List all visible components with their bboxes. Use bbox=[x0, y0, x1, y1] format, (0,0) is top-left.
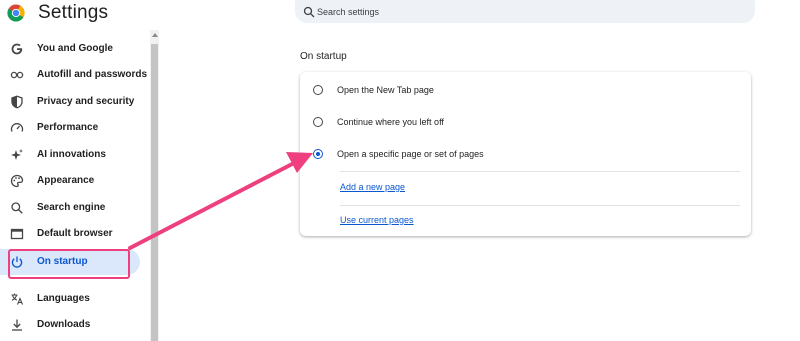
annotation-highlight-box bbox=[8, 249, 130, 279]
option-label: Open the New Tab page bbox=[337, 85, 434, 95]
add-new-page-link[interactable]: Add a new page bbox=[340, 182, 405, 192]
sidebar-item-downloads[interactable]: Downloads bbox=[0, 312, 148, 338]
header: Settings bbox=[0, 0, 800, 30]
sidebar-item-label: Default browser bbox=[37, 228, 113, 239]
search-icon bbox=[11, 202, 23, 214]
sidebar-item-label: Appearance bbox=[37, 175, 95, 186]
startup-option-specific-pages[interactable]: Open a specific page or set of pages bbox=[300, 138, 751, 168]
radio-button[interactable] bbox=[313, 85, 323, 95]
startup-options-card: Open the New Tab page Continue where you… bbox=[300, 72, 751, 236]
sidebar: You and Google Autofill and passwords Pr… bbox=[0, 34, 150, 341]
sparkle-icon bbox=[11, 149, 23, 160]
section-title: On startup bbox=[300, 51, 347, 62]
sidebar-item-label: AI innovations bbox=[37, 149, 106, 160]
download-icon bbox=[12, 319, 22, 331]
sidebar-item-label: Languages bbox=[37, 293, 90, 304]
search-input[interactable] bbox=[317, 3, 737, 20]
option-label: Continue where you left off bbox=[337, 117, 444, 127]
sidebar-item-label: Privacy and security bbox=[37, 96, 135, 107]
sidebar-item-you-and-google[interactable]: You and Google bbox=[0, 36, 148, 62]
sidebar-scrollbar[interactable] bbox=[150, 30, 159, 341]
search-icon bbox=[303, 6, 315, 18]
option-label: Open a specific page or set of pages bbox=[337, 149, 484, 159]
sidebar-item-label: Autofill and passwords bbox=[37, 69, 148, 80]
speedometer-icon bbox=[10, 123, 24, 132]
browser-window-icon bbox=[10, 228, 24, 240]
google-g-icon bbox=[11, 43, 23, 55]
scrollbar-thumb[interactable] bbox=[151, 44, 158, 341]
divider bbox=[340, 205, 740, 206]
sidebar-item-default-browser[interactable]: Default browser bbox=[0, 221, 148, 247]
startup-option-continue[interactable]: Continue where you left off bbox=[300, 106, 751, 136]
page-title: Settings bbox=[38, 2, 109, 23]
scroll-up-arrow-icon[interactable] bbox=[152, 33, 158, 37]
radio-button-selected[interactable] bbox=[313, 149, 323, 159]
sidebar-item-label: Search engine bbox=[37, 202, 106, 213]
sidebar-item-languages[interactable]: Languages bbox=[0, 286, 148, 312]
sidebar-item-label: Performance bbox=[37, 122, 99, 133]
sidebar-item-ai-innovations[interactable]: AI innovations bbox=[0, 142, 148, 168]
search-bar[interactable] bbox=[295, 0, 755, 23]
sidebar-item-label: You and Google bbox=[37, 43, 113, 54]
sidebar-item-label: Downloads bbox=[37, 319, 91, 330]
sidebar-item-privacy[interactable]: Privacy and security bbox=[0, 89, 148, 115]
sidebar-item-search-engine[interactable]: Search engine bbox=[0, 195, 148, 221]
startup-option-new-tab[interactable]: Open the New Tab page bbox=[300, 74, 751, 104]
sidebar-item-appearance[interactable]: Appearance bbox=[0, 168, 148, 194]
chrome-logo-icon bbox=[7, 4, 25, 22]
sidebar-item-performance[interactable]: Performance bbox=[0, 115, 148, 141]
translate-icon bbox=[11, 293, 24, 305]
divider bbox=[340, 171, 740, 172]
key-icon bbox=[10, 71, 24, 79]
palette-icon bbox=[10, 174, 24, 188]
use-current-pages-link[interactable]: Use current pages bbox=[340, 215, 414, 225]
shield-icon bbox=[11, 95, 23, 109]
sidebar-item-autofill[interactable]: Autofill and passwords bbox=[0, 62, 148, 88]
radio-button[interactable] bbox=[313, 117, 323, 127]
